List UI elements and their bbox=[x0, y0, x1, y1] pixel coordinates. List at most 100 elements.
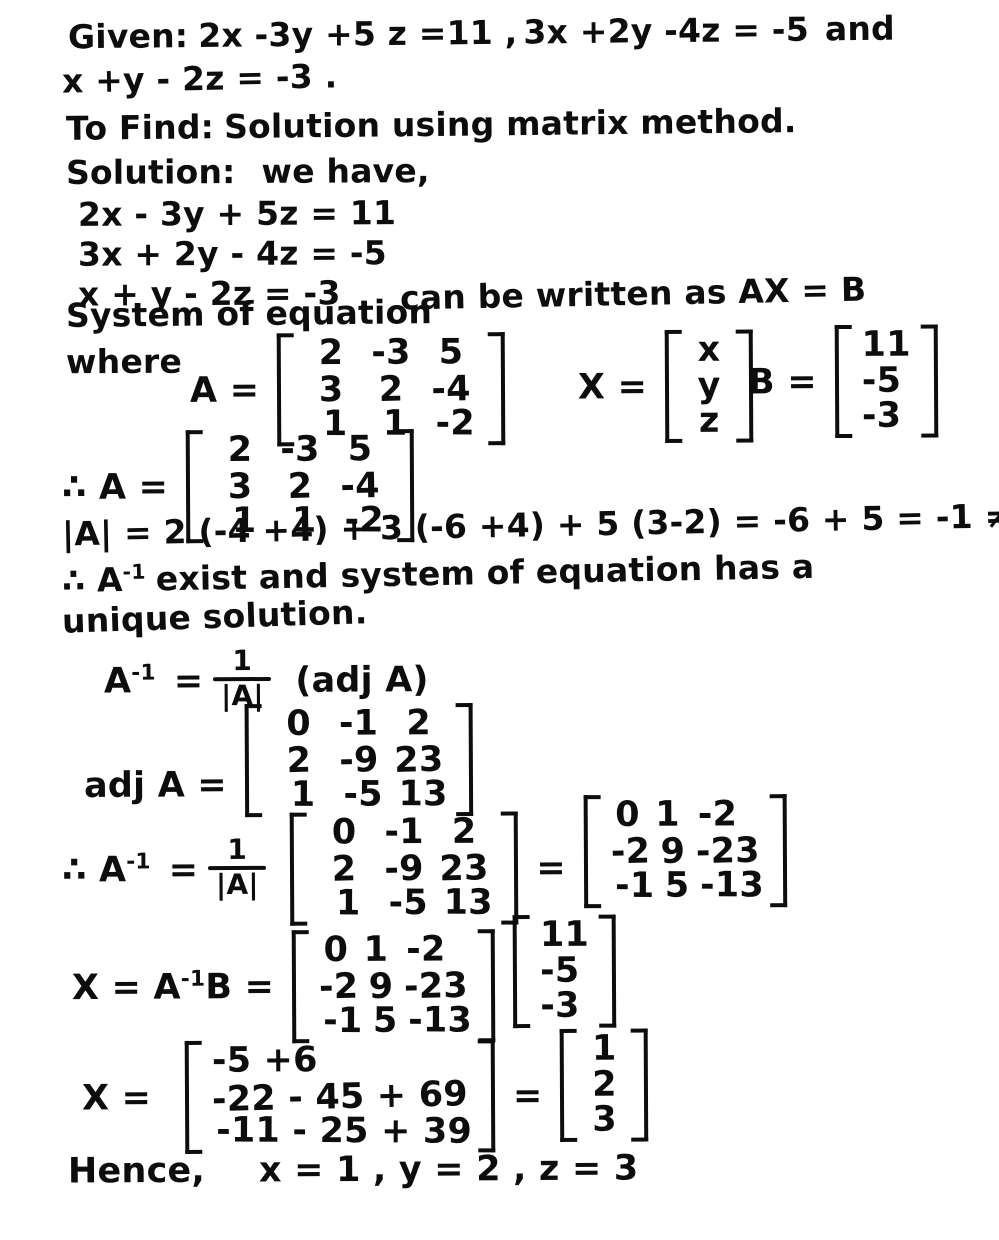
matrix-row: 2 -3 5 bbox=[301, 332, 481, 373]
x-worked-line: X = -5 +6 -22 - 45 + 69 -11 - 25 + 39 = … bbox=[81, 1028, 649, 1155]
x-equals-ainvB-label: X = A-1B = bbox=[71, 966, 275, 1009]
matrix-row: 2 -9 23 bbox=[314, 848, 494, 889]
matrix-X-group: X = x y z bbox=[577, 329, 754, 444]
bracket-left bbox=[244, 704, 263, 818]
matrix-X-result: 1 2 3 bbox=[560, 1028, 649, 1143]
matrix-row: -5 bbox=[859, 360, 914, 401]
given-label: Given: bbox=[67, 16, 189, 57]
matrix-B-label: B = bbox=[747, 361, 817, 403]
matrix-cell: 2 bbox=[592, 1064, 617, 1105]
matrix-cell: 2 bbox=[406, 703, 431, 744]
matrix-cell: 5 bbox=[373, 1001, 398, 1042]
matrix-cell: -2 bbox=[697, 794, 738, 835]
ainv-superscript: -1 bbox=[126, 849, 151, 875]
matrix-row: 2 -3 5 bbox=[210, 429, 390, 471]
equals-sign: = bbox=[168, 849, 199, 890]
inverse-exists-rest: exist and system of equation has a bbox=[155, 546, 815, 599]
matrix-cell: 5 bbox=[438, 332, 464, 373]
matrix-row: 2 -9 23 bbox=[269, 739, 449, 780]
matrix-A-label: A = bbox=[189, 369, 260, 411]
matrix-row: -3 bbox=[859, 396, 914, 437]
ainv-superscript: -1 bbox=[180, 966, 206, 993]
ainv-value-line: ∴ A-1 = 1 |A| 0 -1 2 2 -9 23 1 -5 13 = 0… bbox=[61, 794, 788, 927]
bracket-right bbox=[631, 1028, 649, 1142]
solution-text: we have, bbox=[261, 151, 430, 191]
equals-sign: = bbox=[173, 660, 204, 702]
adj-A-paren: (adj A) bbox=[295, 659, 429, 701]
solution-line: Solution: we have, bbox=[65, 151, 430, 192]
matrix-row: -2 9 -23 bbox=[608, 830, 763, 872]
matrix-cell: 0 bbox=[331, 812, 357, 853]
hence-label: Hence, bbox=[67, 1150, 206, 1192]
fraction-one-over-detA: 1 |A| bbox=[208, 832, 267, 901]
matrix-cell: y bbox=[697, 365, 721, 406]
fraction-denominator: |A| bbox=[215, 867, 259, 901]
unique-solution-line: unique solution. bbox=[61, 592, 368, 641]
matrix-cell: 13 bbox=[398, 774, 448, 815]
matrix-cell: 3 bbox=[592, 1100, 617, 1141]
handwritten-page: Given: 2x -3y +5 z =11 , 3x +2y -4z = -5 an… bbox=[0, 0, 999, 1240]
bracket-left bbox=[583, 795, 602, 909]
matrix-cell: 0 bbox=[286, 703, 311, 744]
matrix-row: -11 - 25 + 39 bbox=[209, 1111, 472, 1152]
bracket-right bbox=[769, 794, 788, 908]
matrix-cell: -2 bbox=[406, 929, 446, 970]
matrix-cell: -3 bbox=[371, 332, 411, 373]
matrix-cell: 1 bbox=[655, 794, 680, 835]
matrix-row: -5 +6 bbox=[209, 1040, 471, 1081]
matrix-cell: 11 bbox=[861, 324, 911, 365]
matrix-cell: 1 bbox=[363, 929, 389, 970]
matrix-row: 3 2 -4 bbox=[301, 369, 481, 410]
matrix-row: -5 bbox=[537, 950, 592, 991]
ainv-superscript: -1 bbox=[131, 660, 156, 686]
matrix-row: -1 5 -13 bbox=[608, 866, 764, 907]
matrix-Ainv-repeat: 0 1 -2 -2 9 -23 -1 5 -13 bbox=[291, 929, 496, 1044]
matrix-X-worked: -5 +6 -22 - 45 + 69 -11 - 25 + 39 bbox=[184, 1039, 496, 1155]
matrix-cell: -1 bbox=[384, 812, 424, 853]
matrix-cell: -3 bbox=[861, 396, 902, 437]
matrix-cell: x bbox=[697, 329, 721, 370]
matrix-cell: 5 bbox=[347, 429, 373, 470]
given-equation-3: x +y - 2z = -3 . bbox=[61, 56, 338, 101]
matrix-cell: 1 bbox=[591, 1028, 617, 1069]
matrix-cell: 0 bbox=[323, 929, 349, 971]
X-label: X = bbox=[81, 1077, 152, 1119]
equation-2: 3x + 2y - 4z = -5 bbox=[77, 233, 387, 274]
equals-sign: = bbox=[536, 847, 566, 888]
matrix-row: 0 -1 2 bbox=[268, 703, 448, 744]
matrix-cell: -5 bbox=[861, 360, 902, 401]
matrix-cell: -5 bbox=[540, 950, 580, 991]
to-find-label: To Find: bbox=[65, 107, 215, 148]
given-line: Given: 2x -3y +5 z =11 , 3x +2y -4z = -5 an… bbox=[67, 8, 896, 57]
matrix-adjA-repeat: 0 -1 2 2 -9 23 1 -5 13 bbox=[289, 811, 519, 926]
matrix-cell: 11 bbox=[539, 914, 590, 955]
bracket-left bbox=[289, 812, 308, 926]
matrix-X: x y z bbox=[664, 329, 754, 444]
matrix-cell: 1 bbox=[336, 883, 361, 924]
matrix-cell: 2 bbox=[227, 429, 253, 471]
bracket-right bbox=[487, 332, 506, 446]
bracket-right bbox=[477, 929, 496, 1043]
matrix-cell: -1 bbox=[614, 866, 655, 907]
inverse-exists-line: ∴ A-1 exist and system of equation has a bbox=[62, 546, 815, 600]
matrix-Ainv: 0 1 -2 -2 9 -23 -1 5 -13 bbox=[583, 794, 788, 909]
matrix-cell: -13 bbox=[408, 1000, 473, 1042]
matrix-cell: -5 +6 bbox=[211, 1040, 318, 1081]
matrix-cell: -11 - 25 + 39 bbox=[216, 1110, 473, 1153]
fraction-numerator: 1 bbox=[227, 832, 248, 866]
solution-label: Solution: bbox=[65, 152, 236, 192]
where-label: where bbox=[65, 341, 183, 382]
matrix-row: z bbox=[689, 401, 729, 441]
bracket-right bbox=[920, 324, 939, 438]
matrix-row: 2 bbox=[584, 1064, 624, 1105]
matrix-row: x bbox=[689, 329, 729, 370]
matrix-cell: 1 bbox=[290, 775, 316, 816]
fraction-one-over-detA: 1 |A| bbox=[213, 644, 272, 712]
matrix-X-label: X = bbox=[577, 366, 648, 407]
matrix-row: -1 5 -13 bbox=[316, 1001, 472, 1042]
given-and: and bbox=[824, 8, 896, 49]
matrix-cell: -5 bbox=[343, 774, 383, 816]
therefore-ainv-label: ∴ A-1 bbox=[61, 849, 151, 891]
bracket-left bbox=[560, 1028, 578, 1143]
bracket-left bbox=[664, 329, 683, 444]
